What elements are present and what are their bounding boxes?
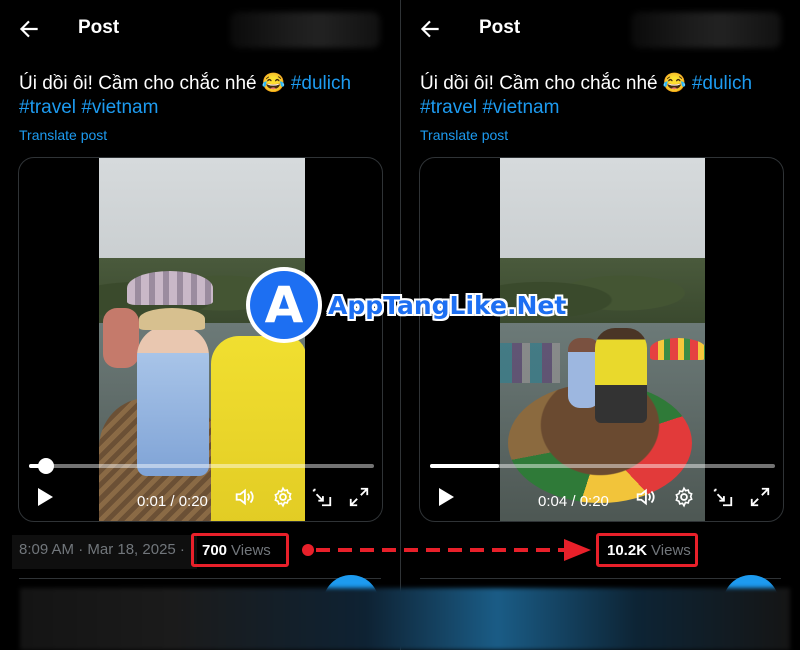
blurred-area xyxy=(631,12,781,48)
video-progress-fill xyxy=(430,464,499,468)
fullscreen-button[interactable] xyxy=(347,484,371,510)
page-title: Post xyxy=(78,17,120,38)
fullscreen-icon xyxy=(750,487,770,507)
top-bar: Post xyxy=(0,0,400,56)
hashtag-link[interactable]: #dulich xyxy=(692,73,752,94)
video-progress-bar[interactable] xyxy=(29,458,374,474)
views-count: 700 xyxy=(202,541,228,559)
fullscreen-button[interactable] xyxy=(748,484,772,510)
video-controls: 0:04 / 0:20 xyxy=(420,484,783,514)
play-button[interactable] xyxy=(434,484,458,510)
watermark-letter: A xyxy=(264,276,304,334)
hashtag-link[interactable]: #vietnam xyxy=(482,97,559,118)
volume-icon xyxy=(636,488,655,506)
hashtag-link[interactable]: #travel xyxy=(420,97,477,118)
blurred-bottom-area xyxy=(20,588,790,650)
views-highlight: 10.2K Views xyxy=(596,533,698,567)
video-controls: 0:01 / 0:20 xyxy=(19,484,382,514)
settings-button[interactable] xyxy=(672,484,696,510)
arrow-left-icon[interactable] xyxy=(417,16,443,42)
views-label: Views xyxy=(651,541,691,559)
pip-button[interactable] xyxy=(711,484,735,510)
volume-icon xyxy=(235,488,254,506)
comparison-arrow xyxy=(302,539,591,561)
watermark-text: AppTangLike.Net xyxy=(328,290,567,320)
post-text: Úi dồi ôi! Cầm cho chắc nhé 😂 #dulich #t… xyxy=(420,72,790,120)
volume-button[interactable] xyxy=(232,484,256,510)
divider xyxy=(19,578,381,579)
video-person xyxy=(103,308,139,368)
post-text: Úi dồi ôi! Cầm cho chắc nhé 😂 #dulich #t… xyxy=(19,72,389,120)
video-time: 0:01 / 0:20 xyxy=(137,492,208,510)
post-body: Úi dồi ôi! Cầm cho chắc nhé 😂 xyxy=(420,73,687,94)
play-button[interactable] xyxy=(33,484,57,510)
picture-in-picture-icon xyxy=(713,488,733,507)
post-body: Úi dồi ôi! Cầm cho chắc nhé 😂 xyxy=(19,73,286,94)
views-count: 10.2K xyxy=(607,541,648,559)
views-label: Views xyxy=(231,541,271,559)
volume-button[interactable] xyxy=(633,484,657,510)
views-highlight: 700 Views xyxy=(191,533,289,567)
play-icon xyxy=(38,488,53,506)
page-title: Post xyxy=(479,17,521,38)
blurred-area xyxy=(230,12,380,48)
fullscreen-icon xyxy=(349,487,369,507)
divider xyxy=(420,578,781,579)
arrow-left-icon[interactable] xyxy=(16,16,42,42)
video-umbrella xyxy=(127,271,213,305)
post-meta: 8:09 AM · Mar 18, 2025 · xyxy=(19,541,185,558)
picture-in-picture-icon xyxy=(312,488,332,507)
video-woman xyxy=(137,326,209,476)
play-icon xyxy=(439,488,454,506)
hashtag-link[interactable]: #vietnam xyxy=(81,97,158,118)
gear-icon xyxy=(675,486,693,508)
watermark-badge: A xyxy=(250,271,318,339)
pip-button[interactable] xyxy=(310,484,334,510)
translate-post-link[interactable]: Translate post xyxy=(19,127,107,143)
video-man xyxy=(595,328,647,423)
settings-button[interactable] xyxy=(271,484,295,510)
video-time: 0:04 / 0:20 xyxy=(538,492,609,510)
video-umbrella xyxy=(650,338,705,360)
watermark-logo: A AppTangLike.Net xyxy=(250,270,566,340)
video-progress-bar[interactable] xyxy=(430,464,775,468)
video-crowd xyxy=(500,343,560,383)
video-hat xyxy=(139,308,205,330)
hashtag-link[interactable]: #travel xyxy=(19,97,76,118)
translate-post-link[interactable]: Translate post xyxy=(420,127,508,143)
gear-icon xyxy=(274,486,292,508)
video-progress-knob[interactable] xyxy=(38,458,55,474)
hashtag-link[interactable]: #dulich xyxy=(291,73,351,94)
top-bar: Post xyxy=(401,0,800,56)
